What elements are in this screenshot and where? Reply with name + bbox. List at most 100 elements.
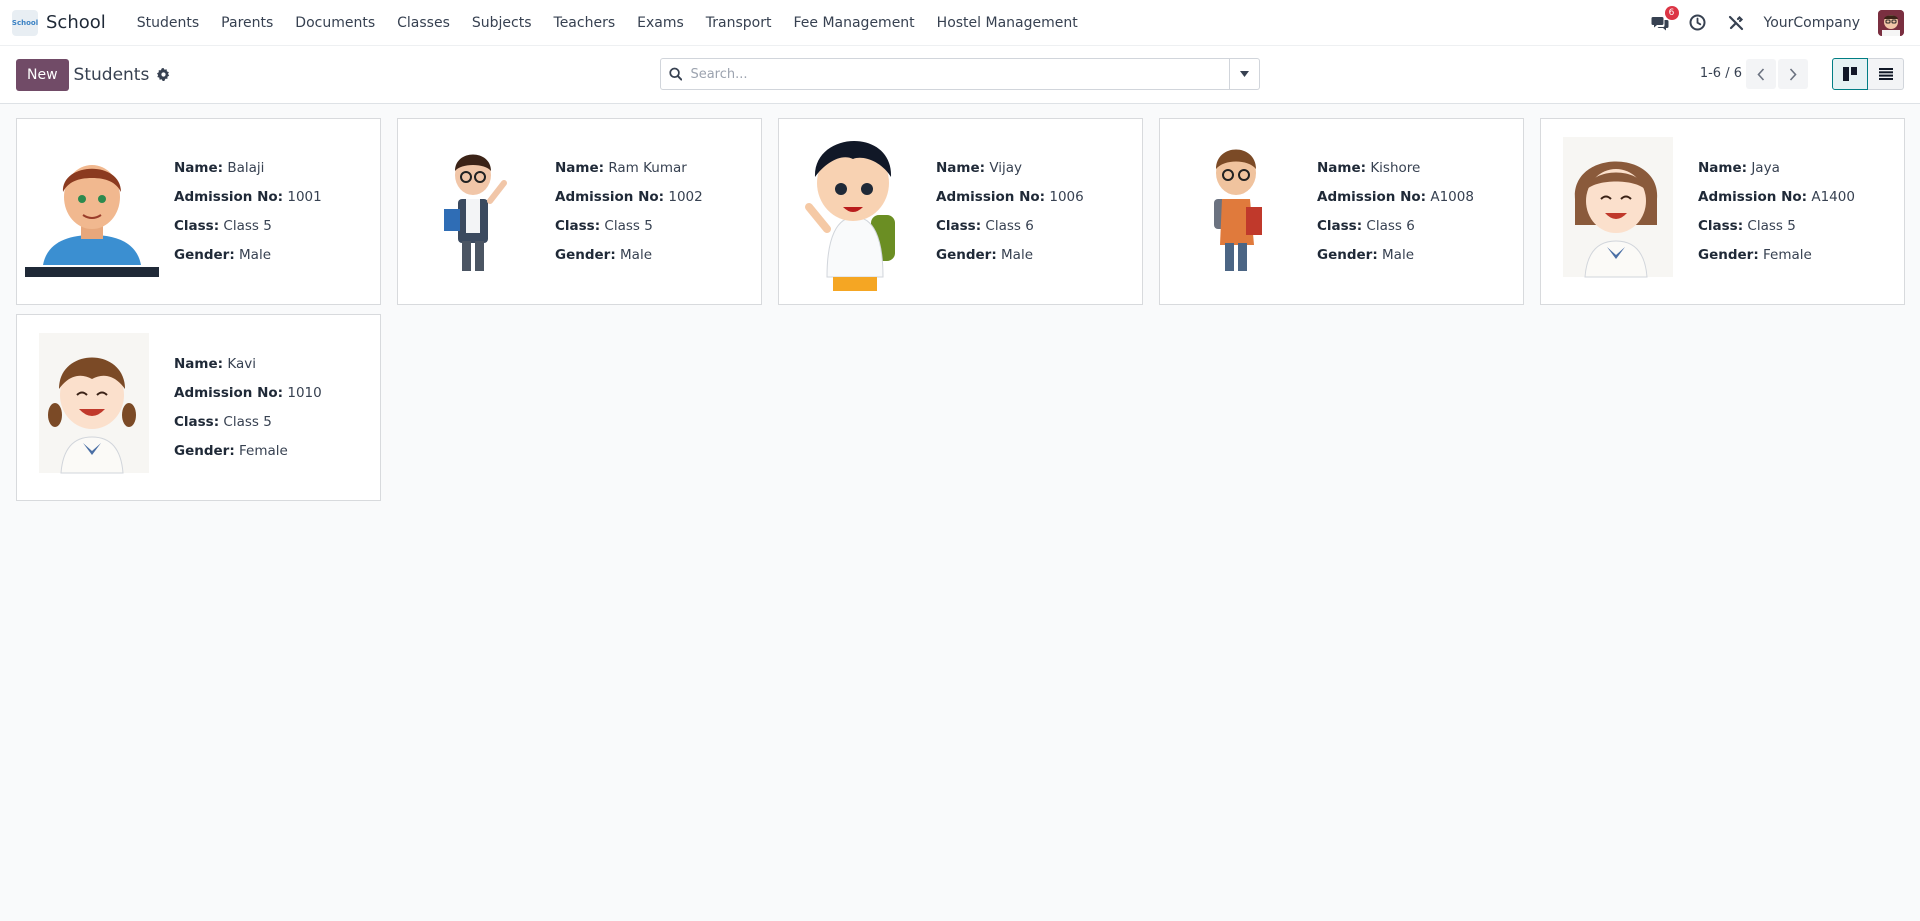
menu-hostel-management[interactable]: Hostel Management	[926, 15, 1089, 31]
gender-label: Gender:	[936, 246, 997, 263]
gender-label: Gender:	[174, 246, 235, 263]
kanban-view-button[interactable]	[1832, 58, 1868, 90]
student-class: Class 5	[223, 413, 272, 430]
list-icon	[1878, 68, 1893, 80]
page-title: Students	[73, 64, 150, 85]
name-label: Name:	[1317, 159, 1367, 176]
admission-no: A1008	[1430, 188, 1474, 205]
company-switcher[interactable]: YourCompany	[1764, 15, 1861, 31]
debug-tools-button[interactable]	[1726, 13, 1746, 33]
messages-count-badge: 6	[1664, 5, 1679, 20]
menu-transport[interactable]: Transport	[695, 15, 783, 31]
main-menu: Students Parents Documents Classes Subje…	[126, 15, 1089, 31]
student-class: Class 6	[985, 217, 1034, 234]
search-options-toggle[interactable]	[1230, 58, 1260, 90]
menu-classes[interactable]: Classes	[386, 15, 461, 31]
search-box	[660, 58, 1230, 90]
activity-button[interactable]	[1688, 13, 1708, 33]
class-label: Class:	[174, 217, 220, 234]
gender-label: Gender:	[555, 246, 616, 263]
student-gender: Male	[620, 246, 653, 263]
student-class: Class 5	[604, 217, 653, 234]
name-label: Name:	[174, 159, 224, 176]
menu-students[interactable]: Students	[126, 15, 210, 31]
class-label: Class:	[174, 413, 220, 430]
menu-documents[interactable]: Documents	[284, 15, 386, 31]
student-card[interactable]: Name: Balaji Admission No: 1001 Class: C…	[16, 118, 381, 305]
student-name: Ram Kumar	[608, 159, 687, 176]
messages-button[interactable]: 6	[1650, 5, 1679, 33]
kanban-icon	[1843, 67, 1857, 81]
student-details: Name: Jaya Admission No: A1400 Class: Cl…	[1698, 154, 1855, 270]
gender-field: Gender: Male	[1317, 241, 1474, 270]
name-label: Name:	[936, 159, 986, 176]
pager-value[interactable]: 1-6 / 6	[1700, 66, 1742, 81]
student-photo	[25, 325, 159, 490]
menu-subjects[interactable]: Subjects	[461, 15, 543, 31]
class-label: Class:	[936, 217, 982, 234]
student-photo	[1168, 129, 1302, 294]
class-field: Class: Class 5	[174, 212, 322, 241]
student-card[interactable]: Name: Jaya Admission No: A1400 Class: Cl…	[1540, 118, 1905, 305]
student-class: Class 6	[1366, 217, 1415, 234]
student-photo	[406, 129, 540, 294]
admission-no: 1001	[287, 188, 322, 205]
class-field: Class: Class 5	[174, 408, 322, 437]
student-name-field: Name: Kavi	[174, 350, 322, 379]
gender-field: Gender: Female	[1698, 241, 1855, 270]
class-label: Class:	[1317, 217, 1363, 234]
admission-no: A1400	[1811, 188, 1855, 205]
admission-label: Admission No:	[1698, 188, 1808, 205]
class-field: Class: Class 5	[555, 212, 703, 241]
school-app-logo[interactable]: School	[12, 9, 38, 36]
pager-previous-button[interactable]	[1746, 59, 1776, 89]
name-label: Name:	[174, 355, 224, 372]
name-label: Name:	[1698, 159, 1748, 176]
student-gender: Male	[1382, 246, 1415, 263]
student-name-field: Name: Kishore	[1317, 154, 1474, 183]
student-gender: Male	[1001, 246, 1034, 263]
caret-down-icon	[1240, 71, 1249, 77]
student-card[interactable]: Name: Kavi Admission No: 1010 Class: Cla…	[16, 314, 381, 501]
admission-label: Admission No:	[555, 188, 665, 205]
menu-teachers[interactable]: Teachers	[543, 15, 627, 31]
admission-no-field: Admission No: A1400	[1698, 183, 1855, 212]
gender-field: Gender: Male	[555, 241, 703, 270]
class-field: Class: Class 6	[936, 212, 1084, 241]
top-navbar: School School Students Parents Documents…	[0, 0, 1920, 46]
pager-buttons	[1746, 59, 1808, 89]
admission-no-field: Admission No: 1006	[936, 183, 1084, 212]
menu-fee-management[interactable]: Fee Management	[782, 15, 925, 31]
student-details: Name: Vijay Admission No: 1006 Class: Cl…	[936, 154, 1084, 270]
search-icon	[669, 67, 683, 81]
menu-parents[interactable]: Parents	[210, 15, 284, 31]
clock-icon	[1689, 14, 1706, 31]
student-name: Kavi	[227, 355, 256, 372]
pager-next-button[interactable]	[1778, 59, 1808, 89]
student-name-field: Name: Jaya	[1698, 154, 1855, 183]
admission-no-field: Admission No: 1010	[174, 379, 322, 408]
student-name-field: Name: Ram Kumar	[555, 154, 703, 183]
tools-icon	[1728, 15, 1743, 30]
student-card[interactable]: Name: Ram Kumar Admission No: 1002 Class…	[397, 118, 762, 305]
gear-icon	[157, 68, 170, 81]
student-details: Name: Kishore Admission No: A1008 Class:…	[1317, 154, 1474, 270]
class-field: Class: Class 6	[1317, 212, 1474, 241]
new-button[interactable]: New	[16, 58, 69, 91]
admission-label: Admission No:	[174, 384, 284, 401]
actions-gear-button[interactable]	[157, 68, 170, 81]
admission-no: 1002	[668, 188, 703, 205]
menu-exams[interactable]: Exams	[626, 15, 695, 31]
admission-no: 1006	[1049, 188, 1084, 205]
student-class: Class 5	[1747, 217, 1796, 234]
admission-label: Admission No:	[1317, 188, 1427, 205]
admission-label: Admission No:	[174, 188, 284, 205]
list-view-button[interactable]	[1868, 58, 1904, 90]
student-card[interactable]: Name: Kishore Admission No: A1008 Class:…	[1159, 118, 1524, 305]
student-card[interactable]: Name: Vijay Admission No: 1006 Class: Cl…	[778, 118, 1143, 305]
search-input[interactable]	[690, 66, 1221, 82]
user-avatar[interactable]	[1878, 9, 1904, 36]
gender-field: Gender: Male	[936, 241, 1084, 270]
app-name[interactable]: School	[46, 12, 106, 33]
admission-no-field: Admission No: A1008	[1317, 183, 1474, 212]
